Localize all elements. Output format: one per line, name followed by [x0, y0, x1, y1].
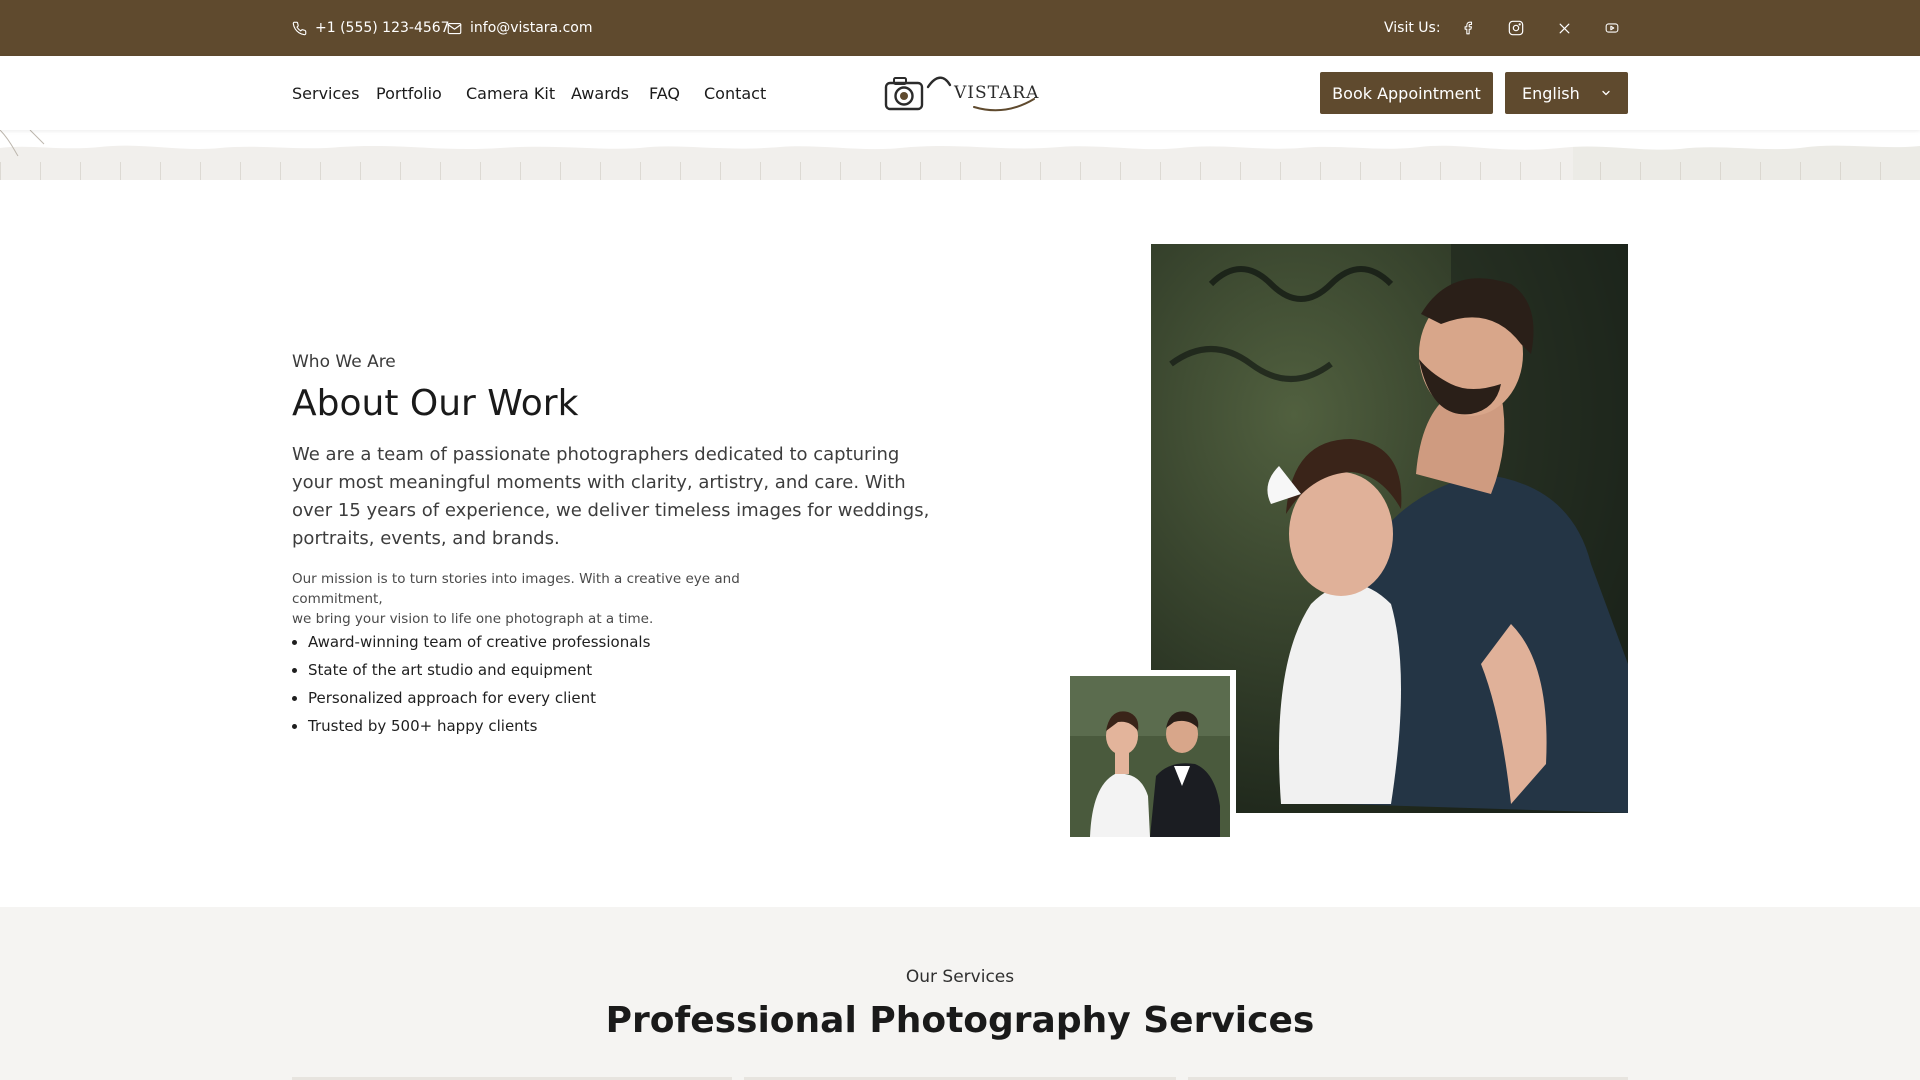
phone-number: +1 (555) 123-4567 — [315, 20, 450, 36]
mail-icon — [447, 22, 462, 34]
couple-portrait-photo — [1068, 674, 1232, 839]
about-eyebrow: Who We Are — [292, 352, 396, 372]
nav-awards[interactable]: Awards — [571, 56, 629, 130]
list-item: Personalized approach for every client — [292, 684, 650, 712]
facebook-icon[interactable] — [1455, 15, 1481, 41]
youtube-icon[interactable] — [1599, 15, 1625, 41]
email-address: info@vistara.com — [470, 20, 593, 36]
services-title: Professional Photography Services — [605, 1000, 1315, 1041]
logo-wordmark: VISTARA — [954, 83, 1040, 103]
email-contact[interactable]: info@vistara.com — [447, 0, 592, 56]
about-title: About Our Work — [292, 383, 579, 424]
nav-faq[interactable]: FAQ — [649, 56, 680, 130]
paper-ruler-ticks — [0, 162, 1920, 180]
mission-line-2: we bring your vision to life one photogr… — [292, 611, 654, 627]
services-section — [0, 907, 1920, 1080]
list-item: Award-winning team of creative professio… — [292, 628, 650, 656]
top-contact-bar: +1 (555) 123-4567 info@vistara.com Visit… — [0, 0, 1920, 56]
chevron-down-icon — [1602, 90, 1610, 96]
nav-services[interactable]: Services — [292, 56, 359, 130]
phone-contact[interactable]: +1 (555) 123-4567 — [292, 0, 450, 56]
list-item: Trusted by 500+ happy clients — [292, 712, 650, 740]
about-mission-paragraph: Our mission is to turn stories into imag… — [292, 569, 812, 629]
decorative-paper-strip — [0, 130, 1920, 180]
about-lead-paragraph: We are a team of passionate photographer… — [292, 444, 930, 549]
book-appointment-button[interactable]: Book Appointment — [1320, 72, 1493, 114]
x-icon[interactable] — [1551, 15, 1577, 41]
instagram-icon[interactable] — [1503, 15, 1529, 41]
visit-us-label: Visit Us: — [1384, 20, 1441, 36]
language-select[interactable]: English — [1505, 72, 1628, 114]
phone-icon — [292, 21, 307, 35]
about-highlights-list: Award-winning team of creative professio… — [292, 628, 650, 740]
language-label: English — [1522, 83, 1580, 103]
nav-portfolio[interactable]: Portfolio — [376, 56, 442, 130]
services-eyebrow: Our Services — [905, 967, 1015, 987]
mission-line-1: Our mission is to turn stories into imag… — [292, 571, 740, 607]
nav-camera-kit[interactable]: Camera Kit — [466, 56, 555, 130]
nav-contact[interactable]: Contact — [704, 56, 766, 130]
site-logo[interactable]: VISTARA — [884, 73, 1040, 113]
list-item: State of the art studio and equipment — [292, 656, 650, 684]
